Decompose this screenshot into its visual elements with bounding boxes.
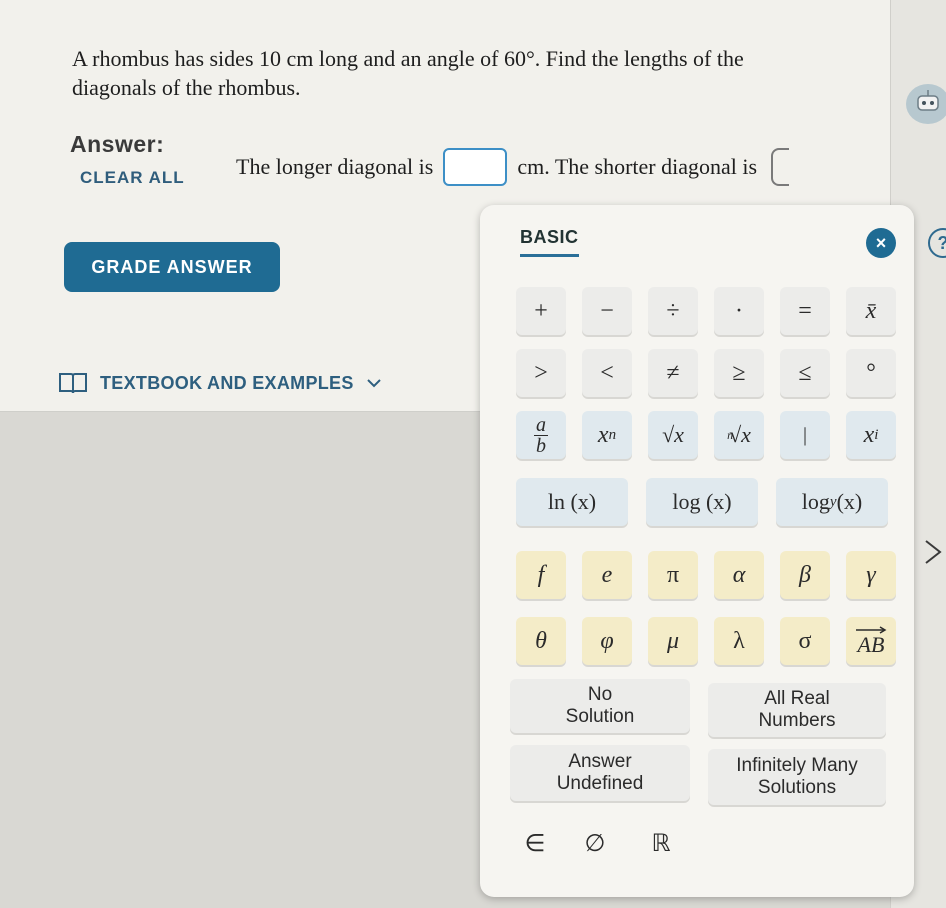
key-vector[interactable]: AB [846, 617, 896, 665]
key-function-f[interactable]: f [516, 551, 566, 599]
textbook-examples-toggle[interactable]: TEXTBOOK AND EXAMPLES [58, 371, 382, 395]
shorter-diagonal-input[interactable] [771, 148, 790, 186]
grade-answer-button[interactable]: GRADE ANSWER [64, 242, 280, 292]
key-mu[interactable]: μ [648, 617, 698, 665]
key-divide[interactable]: ÷ [648, 287, 698, 335]
key-e[interactable]: e [582, 551, 632, 599]
key-real-numbers[interactable]: ℝ [636, 819, 686, 867]
key-nth-root[interactable]: n √x [714, 411, 764, 459]
textbook-link-label: TEXTBOOK AND EXAMPLES [100, 372, 354, 393]
key-not-equal[interactable]: ≠ [648, 349, 698, 397]
key-greater[interactable]: > [516, 349, 566, 397]
key-theta[interactable]: θ [516, 617, 566, 665]
log-base-index: y [829, 493, 837, 510]
answer-undefined-button[interactable]: Answer Undefined [510, 745, 690, 801]
key-natural-log[interactable]: ln (x) [516, 478, 628, 526]
key-gamma[interactable]: γ [846, 551, 896, 599]
key-greater-equal[interactable]: ≥ [714, 349, 764, 397]
key-empty-set[interactable]: ∅ [570, 819, 620, 867]
key-mean-xbar[interactable]: x̄ [846, 287, 896, 335]
key-element-of[interactable]: ∈ [510, 819, 560, 867]
key-degree[interactable]: ° [846, 349, 896, 397]
log-base-label: log [801, 489, 830, 514]
problem-statement: A rhombus has sides 10 cm long and an an… [72, 46, 744, 100]
key-log[interactable]: log (x) [646, 478, 758, 526]
key-plus[interactable]: + [516, 287, 566, 335]
key-less[interactable]: < [582, 349, 632, 397]
key-multiply-dot[interactable]: · [714, 287, 764, 335]
key-sigma[interactable]: σ [780, 617, 830, 665]
math-keypad: BASIC × + − ÷ · = x̄ > < ≠ ≥ ≤ ° ab xn √… [480, 205, 914, 897]
book-icon [59, 373, 87, 394]
power-base: x [597, 421, 609, 448]
key-absolute-value[interactable]: | [780, 411, 830, 459]
chevron-down-icon [366, 379, 381, 388]
key-phi[interactable]: φ [582, 617, 632, 665]
key-beta[interactable]: β [780, 551, 830, 599]
all-real-numbers-button[interactable]: All Real Numbers [708, 683, 886, 737]
sentence-part-2: cm. The shorter diagonal is [517, 154, 758, 180]
key-less-equal[interactable]: ≤ [780, 349, 830, 397]
key-log-base[interactable]: log y (x) [776, 478, 888, 526]
key-equals[interactable]: = [780, 287, 830, 335]
key-power[interactable]: xn [582, 411, 632, 459]
no-solution-button[interactable]: No Solution [510, 679, 690, 733]
nth-root-radical: √x [729, 422, 751, 447]
subscript-index: i [874, 426, 879, 443]
longer-diagonal-input[interactable] [443, 148, 508, 186]
key-square-root[interactable]: √x [648, 411, 698, 459]
key-fraction[interactable]: ab [516, 411, 566, 459]
log-base-arg: (x) [836, 489, 863, 514]
vector-label: AB [857, 632, 885, 657]
key-minus[interactable]: − [582, 287, 632, 335]
fraction-denominator: b [536, 434, 546, 457]
answer-sentence: The longer diagonal is cm. The shorter di… [236, 148, 876, 188]
key-subscript[interactable]: xi [846, 411, 896, 459]
close-keypad-button[interactable]: × [866, 228, 896, 258]
key-lambda[interactable]: λ [714, 617, 764, 665]
sentence-part-1: The longer diagonal is [236, 154, 434, 180]
answer-label: Answer: [70, 131, 165, 157]
assistant-robot-icon[interactable] [906, 84, 946, 124]
key-pi[interactable]: π [648, 551, 698, 599]
clear-all-button[interactable]: CLEAR ALL [80, 168, 185, 188]
power-exponent: n [608, 426, 617, 443]
chevron-right-icon[interactable] [922, 537, 946, 567]
infinitely-many-solutions-button[interactable]: Infinitely Many Solutions [708, 749, 886, 805]
fraction-numerator: a [536, 413, 546, 436]
tab-basic[interactable]: BASIC [520, 227, 579, 257]
key-alpha[interactable]: α [714, 551, 764, 599]
subscript-base: x [863, 421, 875, 448]
